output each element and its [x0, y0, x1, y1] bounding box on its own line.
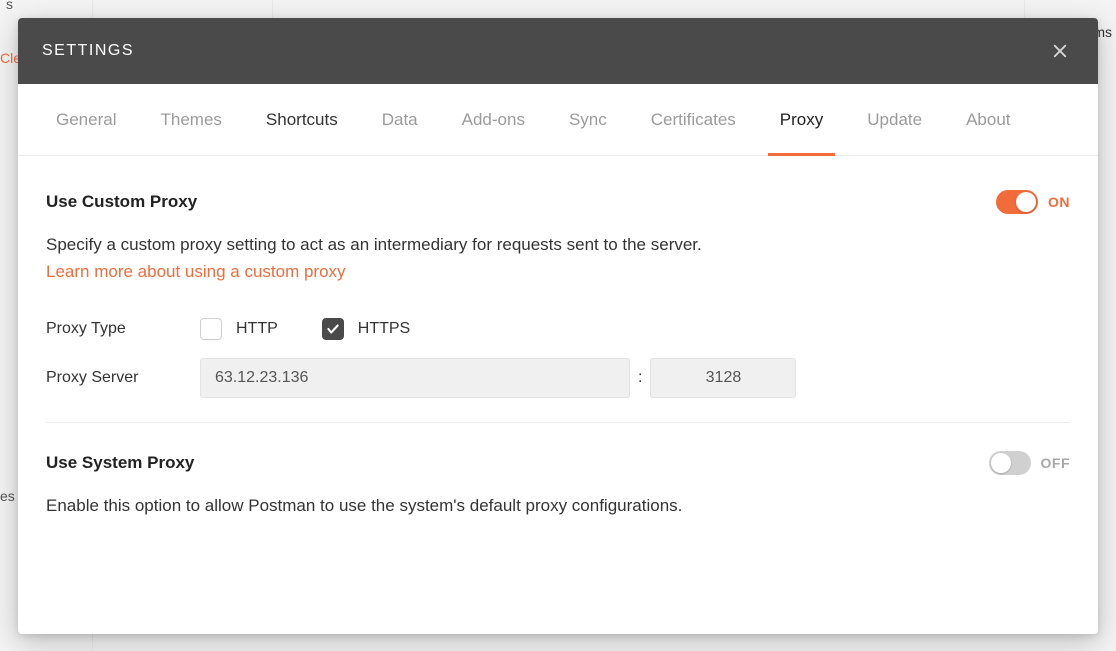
tab-certificates[interactable]: Certificates — [629, 84, 758, 155]
close-button[interactable] — [1046, 37, 1074, 65]
host-port-separator: : — [630, 369, 650, 387]
tab-update[interactable]: Update — [845, 84, 944, 155]
system-proxy-toggle-label: OFF — [1041, 455, 1071, 471]
custom-proxy-title: Use Custom Proxy — [46, 192, 197, 212]
learn-more-link[interactable]: Learn more about using a custom proxy — [46, 262, 346, 282]
http-checkbox-label: HTTP — [236, 320, 278, 338]
tab-shortcuts[interactable]: Shortcuts — [244, 84, 360, 155]
tab-add-ons[interactable]: Add-ons — [440, 84, 547, 155]
custom-proxy-toggle[interactable] — [996, 190, 1038, 214]
system-proxy-toggle[interactable] — [989, 451, 1031, 475]
proxy-server-label: Proxy Server — [46, 369, 200, 387]
https-checkbox[interactable] — [322, 318, 344, 340]
tabs-bar: GeneralThemesShortcutsDataAdd-onsSyncCer… — [18, 84, 1098, 156]
custom-proxy-description: Specify a custom proxy setting to act as… — [46, 232, 1070, 258]
tab-about[interactable]: About — [944, 84, 1032, 155]
bg-frag: s — [6, 0, 13, 12]
tab-proxy[interactable]: Proxy — [758, 84, 845, 155]
proxy-host-input[interactable] — [200, 358, 630, 398]
http-checkbox-item[interactable]: HTTP — [200, 318, 278, 340]
https-checkbox-item[interactable]: HTTPS — [322, 318, 410, 340]
bg-frag: es — [0, 488, 15, 504]
custom-proxy-toggle-label: ON — [1048, 194, 1070, 210]
tab-data[interactable]: Data — [360, 84, 440, 155]
content-area: Use Custom Proxy ON Specify a custom pro… — [18, 156, 1098, 518]
proxy-type-label: Proxy Type — [46, 320, 200, 338]
settings-modal: SETTINGS GeneralThemesShortcutsDataAdd-o… — [18, 18, 1098, 634]
tab-general[interactable]: General — [34, 84, 138, 155]
section-divider — [46, 422, 1070, 423]
tab-sync[interactable]: Sync — [547, 84, 629, 155]
check-icon — [326, 322, 340, 336]
bg-frag — [0, 290, 4, 306]
http-checkbox[interactable] — [200, 318, 222, 340]
modal-header: SETTINGS — [18, 18, 1098, 84]
system-proxy-description: Enable this option to allow Postman to u… — [46, 493, 1070, 519]
system-proxy-title: Use System Proxy — [46, 453, 194, 473]
proxy-port-input[interactable] — [650, 358, 796, 398]
https-checkbox-label: HTTPS — [358, 320, 410, 338]
modal-title: SETTINGS — [42, 42, 134, 60]
close-icon — [1051, 42, 1069, 60]
tab-themes[interactable]: Themes — [138, 84, 243, 155]
